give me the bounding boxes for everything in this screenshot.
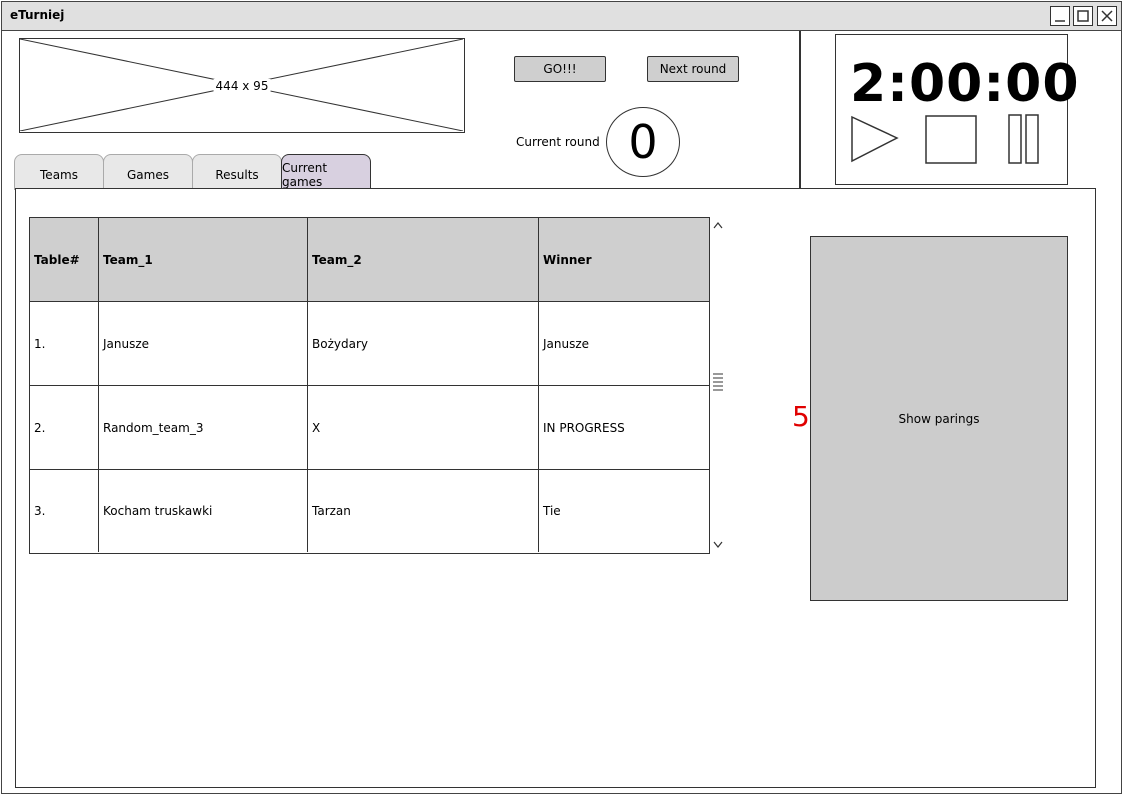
tab-results[interactable]: Results	[192, 154, 282, 190]
tab-teams[interactable]: Teams	[14, 154, 104, 190]
maximize-button[interactable]	[1073, 6, 1093, 26]
table-cell[interactable]: Kocham truskawki	[99, 470, 308, 552]
column-header-team-2[interactable]: Team_2	[308, 218, 539, 302]
stop-icon[interactable]	[925, 115, 978, 165]
table-cell[interactable]: IN PROGRESS	[539, 386, 710, 470]
table-cell[interactable]: Tie	[539, 470, 710, 552]
play-icon[interactable]	[850, 115, 900, 163]
window-title: eTurniej	[10, 8, 65, 22]
current-round-label: Current round	[516, 135, 600, 149]
tab-games[interactable]: Games	[103, 154, 193, 190]
minimize-icon	[1055, 20, 1065, 22]
scroll-thumb-grip-icon[interactable]	[711, 371, 725, 395]
column-header-winner[interactable]: Winner	[539, 218, 710, 302]
scroll-up-icon[interactable]	[711, 219, 725, 231]
timer-display: 2:00:00	[850, 54, 1080, 114]
table-cell[interactable]: Tarzan	[308, 470, 539, 552]
close-icon	[1101, 10, 1113, 22]
close-button[interactable]	[1097, 6, 1117, 26]
minimize-button[interactable]	[1050, 6, 1070, 26]
placeholder-size-label: 444 x 95	[213, 78, 271, 93]
table-cell[interactable]: Random_team_3	[99, 386, 308, 470]
maximize-icon	[1077, 10, 1089, 22]
table-cell[interactable]: 2.	[30, 386, 99, 470]
table-cell[interactable]: Janusze	[539, 302, 710, 386]
table-scrollbar[interactable]	[709, 217, 725, 554]
column-header-team-1[interactable]: Team_1	[99, 218, 308, 302]
pause-icon[interactable]	[1007, 114, 1041, 165]
title-bar	[2, 2, 1121, 31]
current-games-table: Table# Team_1 Team_2 Winner 1. Janusze B…	[29, 217, 725, 554]
go-button[interactable]: GO!!!	[514, 56, 606, 82]
header-divider	[799, 31, 801, 188]
current-round-value: 0	[606, 107, 680, 177]
table-cell[interactable]: 3.	[30, 470, 99, 552]
logo-image-placeholder: 444 x 95	[19, 38, 465, 133]
tab-current-games[interactable]: Current games	[281, 154, 371, 190]
show-parings-button[interactable]: Show parings	[810, 236, 1068, 601]
table-cell[interactable]: Bożydary	[308, 302, 539, 386]
next-round-button[interactable]: Next round	[647, 56, 739, 82]
scroll-down-icon[interactable]	[711, 539, 725, 551]
table-cell[interactable]: 1.	[30, 302, 99, 386]
table-cell[interactable]: X	[308, 386, 539, 470]
table-cell[interactable]: Janusze	[99, 302, 308, 386]
column-header-table[interactable]: Table#	[30, 218, 99, 302]
annotation-marker: 5	[792, 400, 810, 433]
